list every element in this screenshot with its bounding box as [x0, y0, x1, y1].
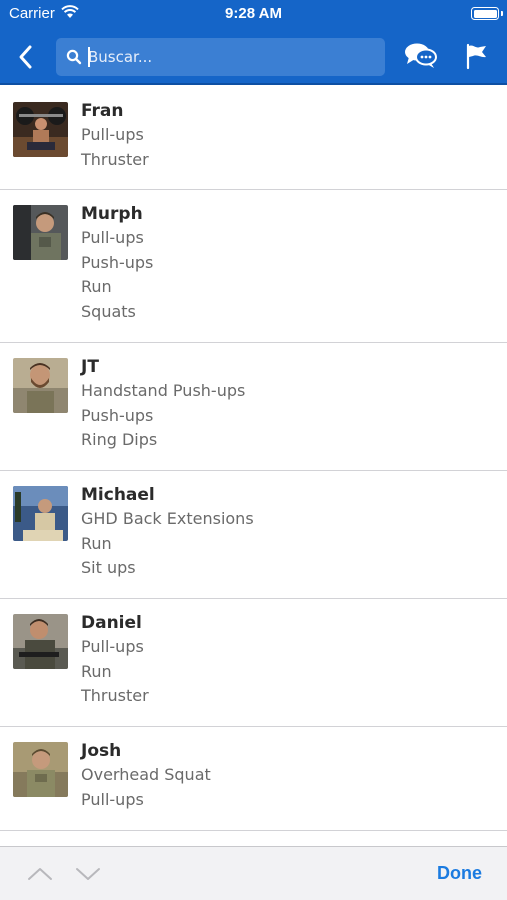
movement-item: Thruster [81, 149, 149, 169]
next-field-button[interactable] [75, 866, 101, 882]
clock: 9:28 AM [225, 5, 282, 22]
search-input[interactable] [88, 38, 378, 76]
text-cursor [88, 47, 90, 67]
workout-row-daniel[interactable]: Daniel Pull-ups Run Thruster [0, 599, 507, 727]
movement-item: Sit ups [81, 558, 136, 577]
workout-row-murph[interactable]: Murph Pull-ups Push-ups Run Squats [0, 190, 507, 343]
search-icon [66, 49, 82, 69]
movement-item: Run [81, 661, 112, 681]
chevron-down-icon [76, 868, 100, 880]
keyboard-toolbar: Done [0, 846, 507, 900]
done-button[interactable]: Done [437, 863, 482, 884]
workout-row-fran[interactable]: Fran Pull-ups Thruster [0, 87, 507, 190]
workout-name: Daniel [81, 613, 142, 633]
status-bar: Carrier 9:28 AM [0, 0, 507, 28]
movement-item: Run [81, 533, 112, 553]
battery-tip [500, 11, 503, 16]
search-field[interactable] [56, 38, 385, 76]
movement-item: Push-ups [81, 252, 154, 272]
movement-item: GHD Back Extensions [81, 509, 254, 528]
workout-thumbnail [13, 102, 68, 157]
battery-icon [471, 7, 499, 20]
chat-bubbles-icon [405, 43, 437, 68]
navigation-bar [0, 28, 507, 85]
workout-list: Fran Pull-ups Thruster Murph Pull-ups Pu… [0, 87, 507, 831]
workout-name: JT [81, 357, 99, 377]
flag-icon [466, 43, 486, 70]
workout-name: Josh [81, 741, 122, 761]
workout-thumbnail [13, 486, 68, 541]
workout-name: Michael [81, 485, 155, 505]
movement-item: Thruster [81, 686, 149, 705]
movement-item: Pull-ups [81, 228, 144, 247]
workout-thumbnail [13, 742, 68, 797]
movement-item: Run [81, 277, 112, 296]
movement-item: Pull-ups [81, 789, 144, 809]
movement-item: Ring Dips [81, 430, 158, 449]
movement-item: Squats [81, 301, 136, 321]
movement-item: Pull-ups [81, 125, 144, 144]
workout-row-josh[interactable]: Josh Overhead Squat Pull-ups [0, 727, 507, 831]
workout-thumbnail [13, 358, 68, 413]
workout-row-michael[interactable]: Michael GHD Back Extensions Run Sit ups [0, 471, 507, 599]
chat-button[interactable] [404, 42, 438, 70]
movement-item: Handstand Push-ups [81, 381, 246, 400]
back-button[interactable] [14, 42, 40, 72]
chevron-up-icon [28, 868, 52, 880]
workout-thumbnail [13, 205, 68, 260]
workout-name: Fran [81, 101, 124, 121]
movement-item: Overhead Squat [81, 765, 211, 784]
movement-item: Push-ups [81, 405, 154, 425]
flag-button[interactable] [464, 42, 488, 70]
workout-name: Murph [81, 204, 143, 224]
workout-thumbnail [13, 614, 68, 669]
workout-row-jt[interactable]: JT Handstand Push-ups Push-ups Ring Dips [0, 343, 507, 471]
previous-field-button[interactable] [27, 866, 53, 882]
chevron-left-icon [19, 45, 32, 69]
movement-item: Pull-ups [81, 637, 144, 656]
